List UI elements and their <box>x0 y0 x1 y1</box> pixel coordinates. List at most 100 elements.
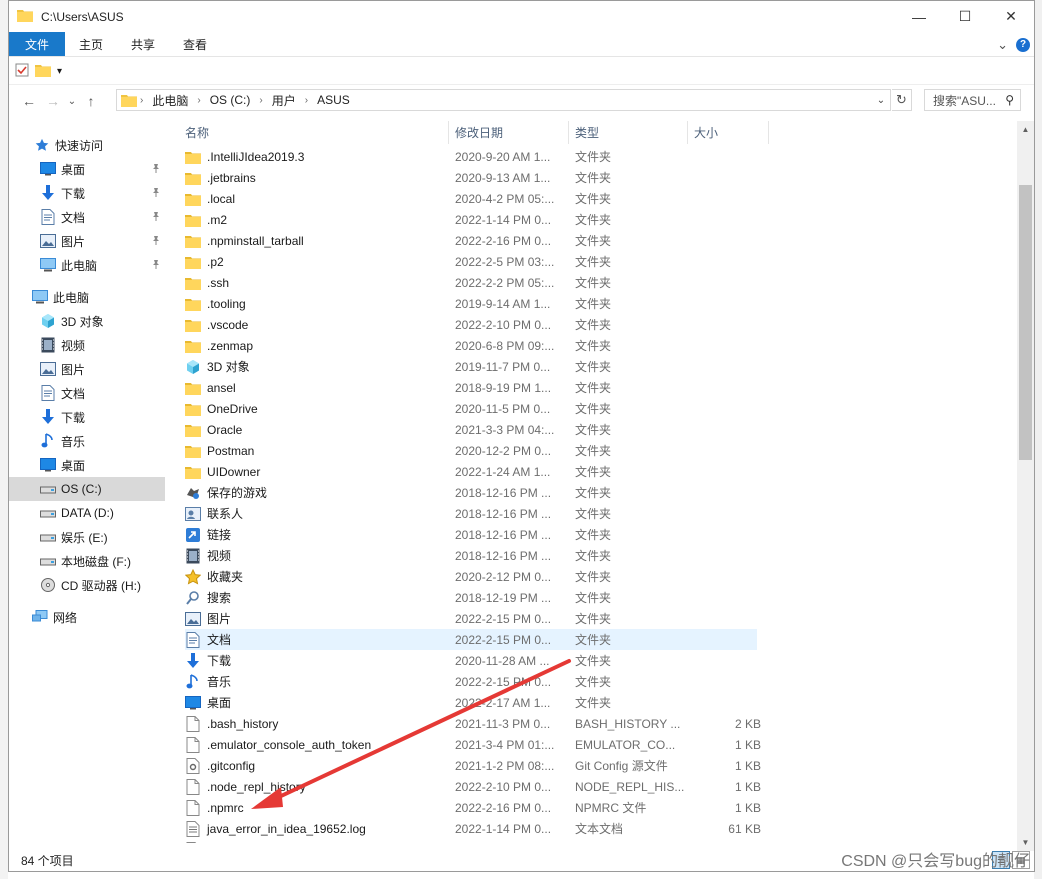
file-row[interactable]: .IntelliJIdea2019.3 2020-9-20 AM 1... 文件夹 <box>185 146 757 167</box>
file-row[interactable]: Oracle 2021-3-3 PM 04:... 文件夹 <box>185 419 757 440</box>
file-row[interactable]: .vscode 2022-2-10 PM 0... 文件夹 <box>185 314 757 335</box>
tab-view[interactable]: 查看 <box>169 32 221 56</box>
sidebar-item[interactable]: CD 驱动器 (H:) <box>9 573 165 597</box>
sidebar-item[interactable]: 图片 <box>9 357 165 381</box>
scroll-up-icon[interactable]: ▲ <box>1017 121 1034 138</box>
file-row[interactable]: Postman 2020-12-2 PM 0... 文件夹 <box>185 440 757 461</box>
file-row[interactable]: 音乐 2022-2-15 PM 0... 文件夹 <box>185 671 757 692</box>
column-type[interactable]: 类型 <box>569 121 688 144</box>
sidebar-item[interactable]: 快速访问 <box>9 133 165 157</box>
sidebar-item[interactable]: 3D 对象 <box>9 309 165 333</box>
music-icon <box>185 673 201 690</box>
file-row[interactable]: 下载 2020-11-28 AM ... 文件夹 <box>185 650 757 671</box>
file-name-cell: 音乐 <box>185 671 445 692</box>
file-row[interactable]: 搜索 2018-12-19 PM ... 文件夹 <box>185 587 757 608</box>
file-row[interactable]: 链接 2018-12-16 PM ... 文件夹 <box>185 524 757 545</box>
tab-home[interactable]: 主页 <box>65 32 117 56</box>
vertical-scrollbar[interactable]: ▲ ▼ <box>1017 121 1034 851</box>
help-icon[interactable]: ? <box>1016 37 1030 52</box>
tab-share[interactable]: 共享 <box>117 32 169 56</box>
breadcrumb-os-c[interactable]: OS (C:) <box>204 93 257 107</box>
3d-objects-icon <box>185 359 201 375</box>
file-row[interactable]: .npmrc 2022-2-16 PM 0... NPMRC 文件 1 KB <box>185 797 761 818</box>
file-row[interactable]: 联系人 2018-12-16 PM ... 文件夹 <box>185 503 757 524</box>
sidebar-item[interactable]: 此电脑 <box>9 285 165 309</box>
address-bar[interactable]: › 此电脑 › OS (C:) › 用户 › ASUS ⌄ <box>116 89 891 111</box>
file-row[interactable]: .local 2020-4-2 PM 05:... 文件夹 <box>185 188 757 209</box>
sidebar-item[interactable]: OS (C:) <box>9 477 165 501</box>
file-row[interactable]: .node_repl_history 2022-2-10 PM 0... NODE_… <box>185 776 761 797</box>
sidebar-item[interactable]: 此电脑 <box>9 253 165 277</box>
up-button[interactable]: ↑ <box>79 89 103 113</box>
minimize-button[interactable]: — <box>896 1 942 32</box>
file-row[interactable]: .gitconfig 2021-1-2 PM 08:... Git Config 源… <box>185 755 761 776</box>
forward-button[interactable]: → <box>41 89 65 113</box>
file-row[interactable]: 文档 2022-2-15 PM 0... 文件夹 <box>185 629 757 650</box>
address-dropdown-icon[interactable]: ⌄ <box>872 90 890 110</box>
file-row[interactable]: java_error_in_idea_19652.log 2022-1-14 PM… <box>185 818 761 839</box>
file-row[interactable]: 保存的游戏 2018-12-16 PM ... 文件夹 <box>185 482 757 503</box>
file-name: 联系人 <box>207 507 244 521</box>
breadcrumb-separator[interactable]: › <box>194 95 203 106</box>
sidebar-item[interactable]: 娱乐 (E:) <box>9 525 165 549</box>
sidebar-item[interactable]: 本地磁盘 (F:) <box>9 549 165 573</box>
back-button[interactable]: ← <box>17 89 41 113</box>
file-row[interactable]: .emulator_console_auth_token 2021-3-4 PM … <box>185 734 761 755</box>
breadcrumb-separator[interactable]: › <box>137 95 146 106</box>
sidebar-item[interactable]: 文档 <box>9 381 165 405</box>
file-row[interactable]: 桌面 2022-2-17 AM 1... 文件夹 <box>185 692 757 713</box>
sidebar-item[interactable]: 文档 <box>9 205 165 229</box>
file-row[interactable]: .m2 2022-1-14 PM 0... 文件夹 <box>185 209 757 230</box>
file-type: 文件夹 <box>575 339 612 353</box>
recent-locations-button[interactable]: ⌄ <box>65 89 79 113</box>
file-row[interactable]: package-lock.json 2022-2-10 PM 0... JSON 源… <box>185 839 761 843</box>
breadcrumb-separator[interactable]: › <box>256 95 265 106</box>
file-row[interactable]: UIDowner 2022-1-24 AM 1... 文件夹 <box>185 461 757 482</box>
file-date: 2018-12-16 PM ... <box>455 527 552 542</box>
sidebar-item[interactable]: 桌面 <box>9 157 165 181</box>
sidebar-item[interactable]: 桌面 <box>9 453 165 477</box>
refresh-button[interactable]: ↻ <box>892 89 912 111</box>
file-row[interactable]: 收藏夹 2020-2-12 PM 0... 文件夹 <box>185 566 757 587</box>
file-row[interactable]: .ssh 2022-2-2 PM 05:... 文件夹 <box>185 272 757 293</box>
sidebar-item[interactable]: 网络 <box>9 605 165 629</box>
file-type: 文件夹 <box>575 402 612 416</box>
breadcrumb-separator[interactable]: › <box>302 95 311 106</box>
file-row[interactable]: .bash_history 2021-11-3 PM 0... BASH_HISTO… <box>185 713 761 734</box>
scroll-thumb[interactable] <box>1019 185 1032 460</box>
search-input[interactable]: 搜索"ASU... ⚲ <box>924 89 1021 111</box>
file-row[interactable]: .zenmap 2020-6-8 PM 09:... 文件夹 <box>185 335 757 356</box>
file-date: 2022-1-14 PM 0... <box>455 212 552 227</box>
file-row[interactable]: .p2 2022-2-5 PM 03:... 文件夹 <box>185 251 757 272</box>
sidebar-item[interactable]: 视频 <box>9 333 165 357</box>
column-name[interactable]: 名称 <box>179 121 449 144</box>
search-icon[interactable]: ⚲ <box>1005 93 1014 107</box>
column-date[interactable]: 修改日期 <box>449 121 569 144</box>
file-row[interactable]: .jetbrains 2020-9-13 AM 1... 文件夹 <box>185 167 757 188</box>
sidebar-item[interactable]: 下载 <box>9 405 165 429</box>
file-row[interactable]: .tooling 2019-9-14 AM 1... 文件夹 <box>185 293 757 314</box>
maximize-button[interactable]: ☐ <box>942 1 988 32</box>
file-row[interactable]: 图片 2022-2-15 PM 0... 文件夹 <box>185 608 757 629</box>
expand-ribbon-icon[interactable]: ⌄ <box>997 37 1008 53</box>
breadcrumb-this-pc[interactable]: 此电脑 <box>146 92 194 109</box>
new-folder-icon[interactable] <box>35 63 51 80</box>
sidebar-item[interactable]: 图片 <box>9 229 165 253</box>
file-row[interactable]: .npminstall_tarball 2022-2-16 PM 0... 文件夹 <box>185 230 757 251</box>
properties-icon[interactable] <box>15 63 29 80</box>
breadcrumb-users[interactable]: 用户 <box>266 92 302 109</box>
file-row[interactable]: 3D 对象 2019-11-7 PM 0... 文件夹 <box>185 356 757 377</box>
file-row[interactable]: OneDrive 2020-11-5 PM 0... 文件夹 <box>185 398 757 419</box>
column-size[interactable]: 大小 <box>688 121 769 144</box>
file-row[interactable]: ansel 2018-9-19 PM 1... 文件夹 <box>185 377 757 398</box>
sidebar-item[interactable]: 音乐 <box>9 429 165 453</box>
breadcrumb-asus[interactable]: ASUS <box>311 93 356 107</box>
customize-toolbar-icon[interactable]: ▾ <box>57 66 62 77</box>
file-type: 文件夹 <box>575 381 612 395</box>
close-button[interactable]: ✕ <box>988 1 1034 32</box>
sidebar-item[interactable]: 下载 <box>9 181 165 205</box>
sidebar-item[interactable]: DATA (D:) <box>9 501 165 525</box>
tab-file[interactable]: 文件 <box>9 32 65 56</box>
file-row[interactable]: 视频 2018-12-16 PM ... 文件夹 <box>185 545 757 566</box>
file-type: 文件夹 <box>575 528 612 542</box>
